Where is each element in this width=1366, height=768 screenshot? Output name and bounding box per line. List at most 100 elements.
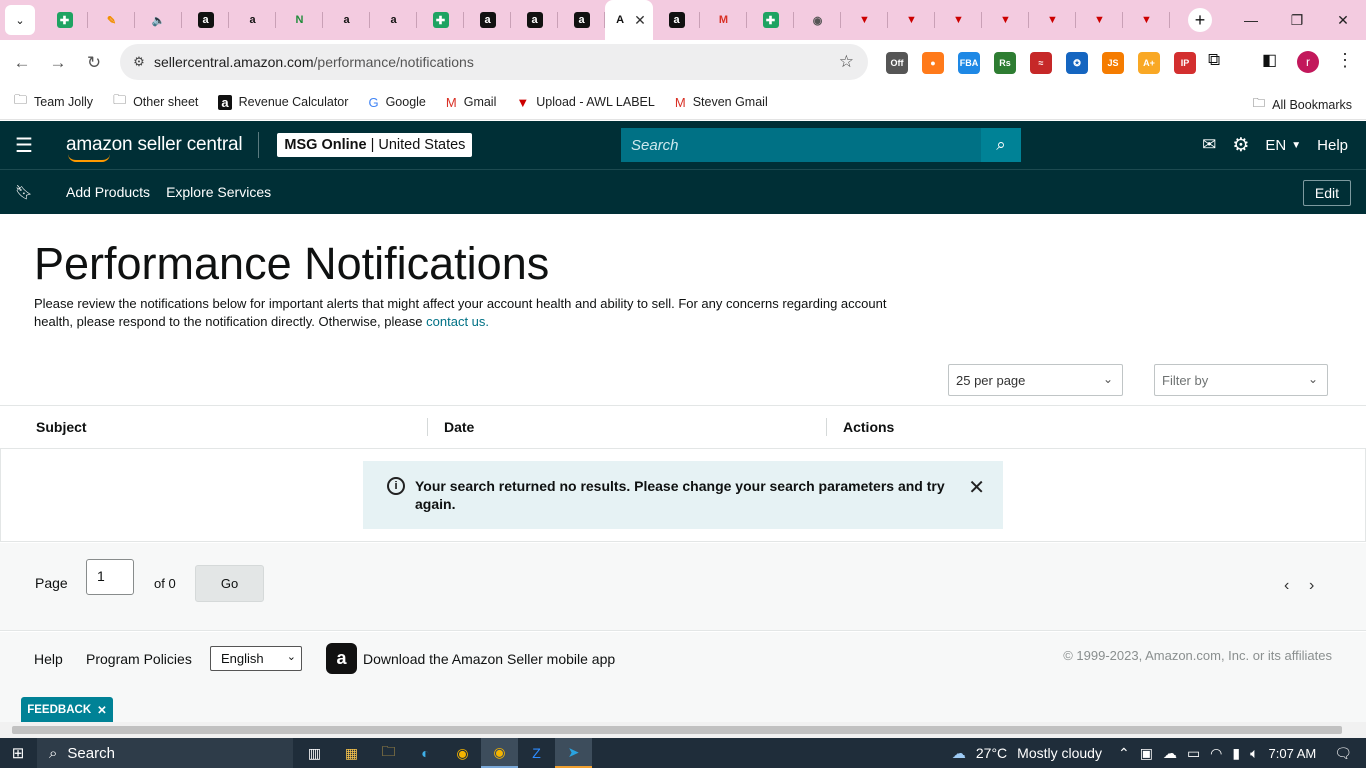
- column-date[interactable]: Date: [444, 419, 474, 435]
- browser-tab[interactable]: a: [370, 0, 417, 40]
- amazon-app-icon[interactable]: a: [326, 643, 357, 674]
- browser-tab[interactable]: a: [511, 0, 558, 40]
- gear-icon[interactable]: ⚙: [1232, 134, 1249, 157]
- notifications-icon[interactable]: 🗨︎: [1334, 745, 1352, 762]
- microphone-icon[interactable]: ▮: [1232, 745, 1240, 762]
- per-page-select[interactable]: 25 per page ⌄: [948, 364, 1123, 396]
- contact-us-link[interactable]: contact us.: [426, 314, 489, 329]
- extensions-puzzle-icon[interactable]: ⧉: [1208, 50, 1220, 70]
- footer-language-select[interactable]: English ⌄: [210, 646, 302, 671]
- download-app-link[interactable]: Download the Amazon Seller mobile app: [363, 651, 615, 667]
- close-icon[interactable]: ✕: [97, 703, 107, 717]
- filter-by-select[interactable]: Filter by ⌄: [1154, 364, 1328, 396]
- file-explorer-icon[interactable]: 🗀: [370, 738, 407, 768]
- close-window-button[interactable]: ✕: [1320, 0, 1366, 40]
- browser-tab[interactable]: a: [464, 0, 511, 40]
- close-alert-icon[interactable]: ✕: [968, 475, 985, 500]
- browser-tab[interactable]: ✚: [747, 0, 794, 40]
- browser-tab[interactable]: 🔈: [135, 0, 182, 40]
- seller-central-logo[interactable]: amazon seller central: [66, 134, 243, 162]
- hamburger-menu-icon[interactable]: ☰: [0, 121, 48, 169]
- site-settings-icon[interactable]: ⚙: [124, 54, 154, 70]
- clock[interactable]: 7:07 AM: [1269, 746, 1317, 761]
- ip-alert-extension[interactable]: IP: [1174, 52, 1196, 74]
- bookmark-item[interactable]: M Gmail: [446, 95, 497, 110]
- tab-search-button[interactable]: ⌄: [5, 5, 35, 35]
- next-page-icon[interactable]: ›: [1309, 577, 1314, 595]
- language-selector[interactable]: EN ▼: [1265, 137, 1301, 154]
- browser-tab[interactable]: N: [276, 0, 323, 40]
- profile-avatar[interactable]: r: [1297, 51, 1319, 73]
- browser-tab[interactable]: a: [653, 0, 700, 40]
- go-button[interactable]: Go: [195, 565, 264, 602]
- sas-extension[interactable]: ≈: [1030, 52, 1052, 74]
- help-link[interactable]: Help: [1317, 137, 1348, 154]
- browser-tab[interactable]: ✚: [417, 0, 464, 40]
- browser-tab[interactable]: ▼: [841, 0, 888, 40]
- fba-extension[interactable]: FBA: [958, 52, 980, 74]
- side-panel-icon[interactable]: ◧: [1262, 50, 1277, 70]
- browser-tab[interactable]: a: [229, 0, 276, 40]
- browser-tab[interactable]: ▼: [1123, 0, 1170, 40]
- scout-extension[interactable]: A+: [1138, 52, 1160, 74]
- zoom-icon[interactable]: Z: [518, 738, 555, 768]
- telegram-icon[interactable]: ➤: [555, 738, 592, 768]
- back-button[interactable]: ←: [4, 45, 40, 81]
- windows-start-icon[interactable]: ⊞: [0, 738, 36, 768]
- meet-now-icon[interactable]: ▣: [1140, 745, 1153, 762]
- browser-tab[interactable]: ▼: [935, 0, 982, 40]
- edge-icon[interactable]: ◐: [407, 738, 444, 768]
- forward-button[interactable]: →: [40, 45, 76, 81]
- volume-icon[interactable]: 🔈︎: [1250, 745, 1258, 762]
- new-tab-button[interactable]: +: [1188, 8, 1212, 32]
- bookmark-item[interactable]: ▼ Upload - AWL LABEL: [516, 95, 654, 110]
- store-icon[interactable]: ▦: [333, 738, 370, 768]
- browser-tab[interactable]: a: [558, 0, 605, 40]
- temperature[interactable]: 27°C: [976, 745, 1007, 761]
- close-tab-icon[interactable]: ✕: [634, 12, 646, 29]
- onedrive-icon[interactable]: ☁: [1163, 745, 1177, 762]
- chrome-active-icon[interactable]: ◉: [481, 738, 518, 768]
- browser-tab[interactable]: ✚: [41, 0, 88, 40]
- restore-button[interactable]: ❐: [1274, 0, 1320, 40]
- reload-button[interactable]: ↻: [76, 45, 112, 81]
- bookmark-item[interactable]: M Steven Gmail: [675, 95, 768, 110]
- footer-help-link[interactable]: Help: [34, 651, 63, 667]
- horizontal-scrollbar[interactable]: [0, 722, 1366, 738]
- program-policies-link[interactable]: Program Policies: [86, 651, 192, 667]
- bookmark-item[interactable]: 🗀 Team Jolly: [14, 91, 93, 113]
- edit-button[interactable]: Edit: [1302, 180, 1351, 206]
- previous-page-icon[interactable]: ‹: [1284, 577, 1289, 595]
- bookmark-icon[interactable]: 🔖︎: [0, 184, 48, 201]
- browser-tab[interactable]: ◉: [794, 0, 841, 40]
- battery-icon[interactable]: ▭: [1187, 745, 1200, 762]
- chevron-up-icon[interactable]: ⌃: [1118, 745, 1130, 762]
- bookmark-item[interactable]: 🗀 Other sheet: [113, 91, 198, 113]
- address-bar[interactable]: ⚙ sellercentral.amazon.com/performance/n…: [120, 44, 868, 80]
- browser-menu-icon[interactable]: ⋮: [1336, 50, 1354, 71]
- browser-tab[interactable]: ▼: [1076, 0, 1123, 40]
- bookmark-item[interactable]: a Revenue Calculator: [218, 94, 348, 110]
- scrollbar-thumb[interactable]: [12, 726, 1342, 734]
- browser-tab[interactable]: a: [323, 0, 370, 40]
- browser-tab[interactable]: ▼: [982, 0, 1029, 40]
- mail-icon[interactable]: ✉: [1202, 135, 1216, 155]
- feedback-button[interactable]: FEEDBACK ✕: [21, 697, 113, 722]
- js-extension[interactable]: JS: [1102, 52, 1124, 74]
- off-extension[interactable]: Off: [886, 52, 908, 74]
- bookmark-star-icon[interactable]: ☆: [839, 52, 854, 72]
- taskbar-search[interactable]: ⌕ Search: [37, 738, 293, 768]
- column-subject[interactable]: Subject: [36, 419, 87, 435]
- bookmark-item[interactable]: G Google: [368, 95, 425, 110]
- browser-tab[interactable]: ✎: [88, 0, 135, 40]
- browser-tab[interactable]: M: [700, 0, 747, 40]
- keepa-extension[interactable]: ✪: [1066, 52, 1088, 74]
- add-products-link[interactable]: Add Products: [66, 184, 150, 200]
- browser-tab[interactable]: a: [182, 0, 229, 40]
- search-input[interactable]: Search: [621, 128, 981, 162]
- wifi-icon[interactable]: ◠: [1210, 745, 1222, 762]
- all-bookmarks[interactable]: 🗀 All Bookmarks: [1253, 94, 1352, 115]
- orange-extension[interactable]: ●: [922, 52, 944, 74]
- search-button[interactable]: ⌕: [981, 128, 1021, 162]
- browser-tab[interactable]: ▼: [1029, 0, 1076, 40]
